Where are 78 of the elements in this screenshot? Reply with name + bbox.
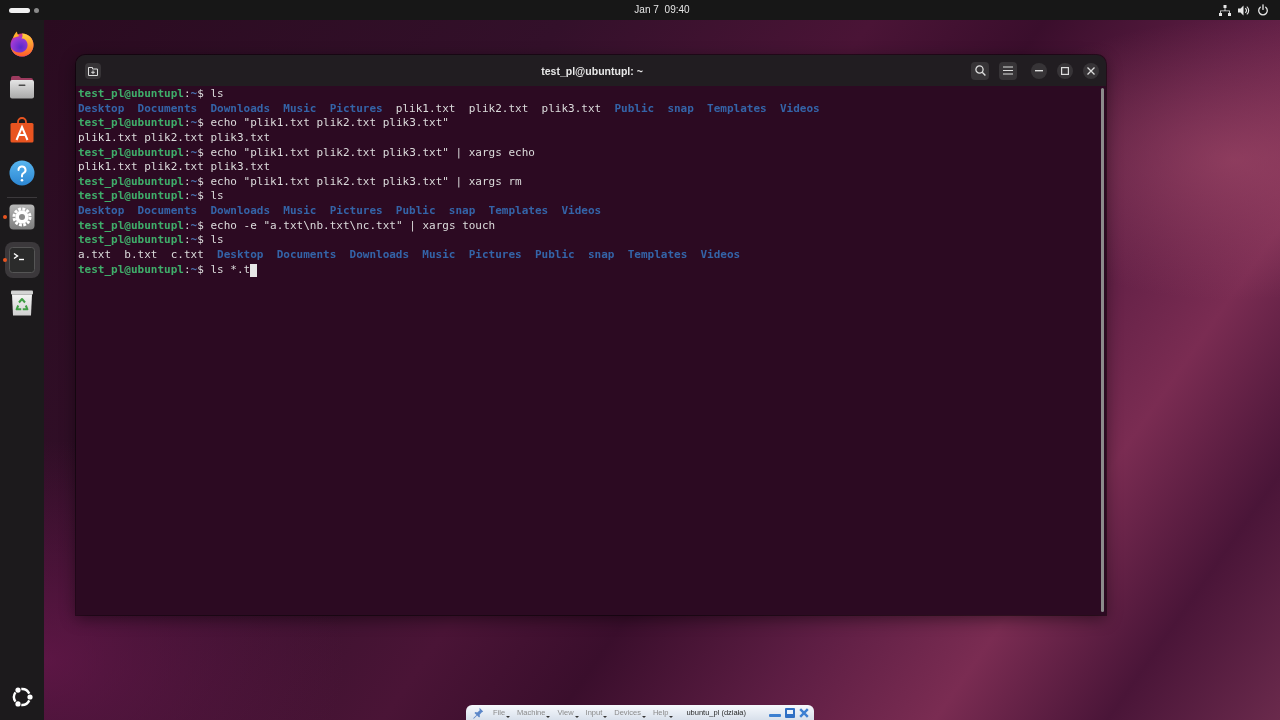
menu-button[interactable] [999, 61, 1017, 80]
command-line: test_pl@ubuntupl:~$ echo "plik1.txt plik2.txt plik3.txt" | xargs rm [78, 174, 522, 190]
close-button[interactable] [1083, 62, 1099, 79]
directory-name: Documents [137, 204, 198, 219]
command-line: test_pl@ubuntupl:~$ ls [78, 233, 224, 249]
command-line: test_pl@ubuntupl:~$ ls *.t [78, 262, 251, 278]
minimize-button[interactable] [1031, 62, 1047, 79]
file-name: plik3.txt [541, 101, 602, 117]
output-text: plik1.txt plik2.txt plik3.txt [78, 160, 271, 175]
scrollbar[interactable] [1101, 88, 1104, 612]
file-name: plik1.txt [395, 101, 456, 117]
close-icon [1087, 66, 1095, 75]
directory-name: Public [614, 101, 655, 117]
minimize-icon [1035, 69, 1043, 72]
directory-name: Documents [276, 248, 337, 263]
directory-name: snap [587, 248, 615, 263]
directory-name: Videos [700, 248, 741, 263]
directory-name: Videos [779, 101, 820, 117]
directory-name: Music [283, 101, 317, 117]
directory-name: Downloads [210, 204, 271, 219]
volume-icon[interactable] [1238, 4, 1250, 16]
directory-name: Public [534, 248, 575, 263]
directory-name: Public [395, 204, 436, 219]
directory-name: snap [448, 204, 476, 219]
command-line: test_pl@ubuntupl:~$ echo "plik1.txt plik2.txt plik3.txt" [78, 116, 449, 131]
question-mark-icon[interactable] [9, 160, 35, 186]
tab-plus-icon [88, 65, 98, 76]
gear-icon[interactable] [9, 204, 35, 230]
directory-name: snap [667, 101, 694, 117]
close-icon[interactable] [799, 707, 809, 718]
new-tab-button[interactable] [85, 62, 101, 79]
directory-name: Downloads [349, 248, 410, 263]
power-icon[interactable] [1257, 4, 1269, 16]
directory-name: Desktop [217, 248, 264, 263]
search-button[interactable] [971, 61, 989, 80]
directory-name: Documents [137, 101, 198, 117]
shopping-bag-icon[interactable] [9, 117, 35, 143]
caret-icon [546, 715, 551, 718]
caret-icon [603, 715, 608, 718]
menu-icon [1003, 66, 1013, 75]
caret-icon [669, 715, 674, 718]
maximize-icon [1061, 66, 1069, 75]
directory-name: Downloads [210, 101, 271, 117]
folder-icon[interactable] [9, 74, 35, 100]
command-line: test_pl@ubuntupl:~$ echo "plik1.txt plik2.txt plik3.txt" | xargs echo [78, 145, 535, 161]
command-line: test_pl@ubuntupl:~$ echo -e "a.txt\nb.txt\nc.txt" | xargs touch [78, 218, 496, 234]
pin-icon[interactable] [472, 706, 484, 719]
directory-name: Templates [707, 101, 767, 117]
caret-icon [574, 715, 579, 718]
clock-button[interactable]: Jan 7 09:40 [634, 3, 690, 17]
directory-name: Videos [561, 204, 602, 219]
directory-name: Music [283, 204, 317, 219]
window-title: test_pl@ubuntupl: ~ [541, 64, 643, 77]
file-name: plik2.txt [468, 101, 529, 117]
network-icon[interactable] [1219, 4, 1231, 16]
ring-dots-icon[interactable] [10, 685, 34, 709]
command-line: test_pl@ubuntupl:~$ ls [78, 87, 224, 102]
workspace-indicator[interactable] [9, 7, 30, 13]
browser-icon[interactable] [9, 31, 35, 57]
file-name: a.txt [78, 248, 112, 263]
command-line: test_pl@ubuntupl:~$ ls [78, 189, 224, 205]
file-name: b.txt [124, 248, 158, 263]
file-name: c.txt [170, 248, 204, 263]
directory-name: Pictures [329, 204, 383, 219]
output-text: plik1.txt plik2.txt plik3.txt [78, 130, 271, 146]
directory-name: Templates [627, 248, 688, 263]
caret-icon [641, 715, 646, 718]
search-icon [974, 65, 986, 76]
maximize-button[interactable] [1057, 62, 1073, 79]
restore-icon[interactable] [785, 707, 795, 718]
directory-name: Desktop [78, 101, 125, 117]
directory-name: Pictures [468, 248, 522, 263]
directory-name: Templates [488, 204, 549, 219]
caret-icon [506, 715, 511, 718]
directory-name: Music [422, 248, 456, 263]
directory-name: Pictures [329, 101, 383, 117]
recycle-bin-icon[interactable] [9, 290, 35, 316]
directory-name: Desktop [78, 204, 125, 219]
